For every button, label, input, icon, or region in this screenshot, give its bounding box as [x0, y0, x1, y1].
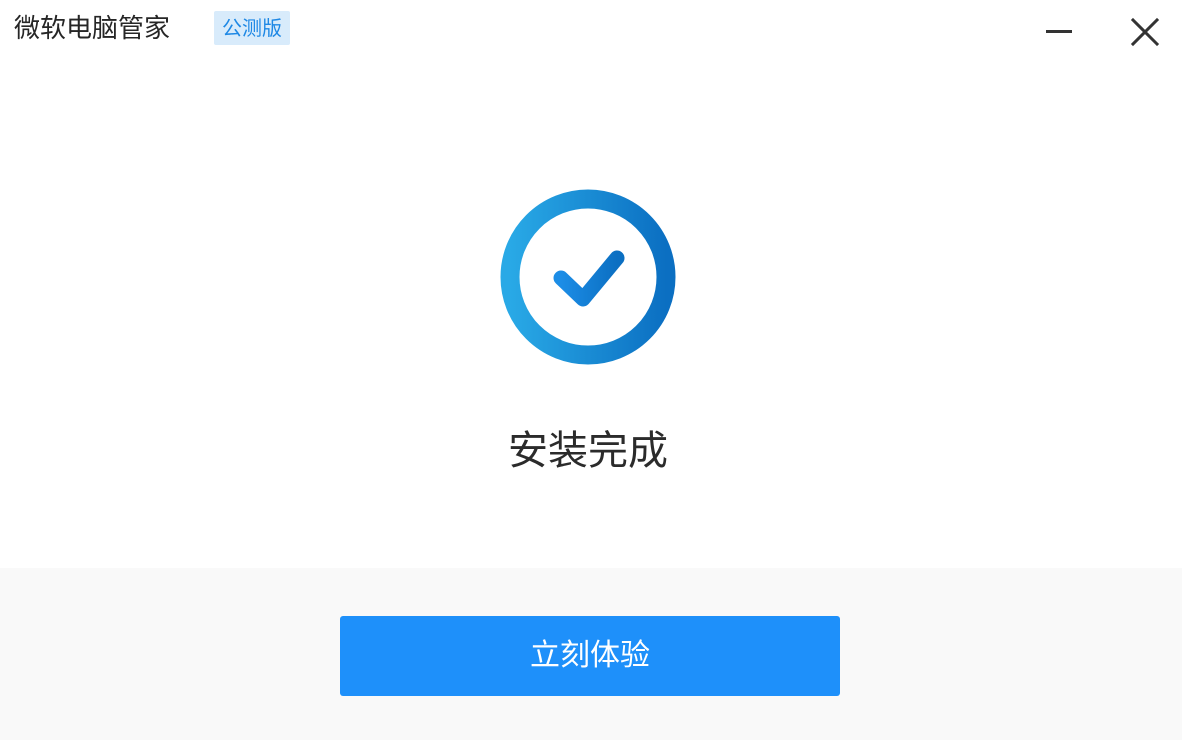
title-bar: 微软电脑管家 公测版 — [0, 0, 1182, 64]
footer-bar: 立刻体验 — [0, 568, 1182, 740]
close-icon — [1130, 17, 1160, 47]
check-circle-icon — [500, 189, 676, 365]
minimize-icon — [1046, 30, 1072, 33]
main-content: 安装完成 — [0, 64, 1182, 568]
start-now-button[interactable]: 立刻体验 — [340, 616, 840, 696]
app-title: 微软电脑管家 — [14, 14, 171, 44]
beta-badge: 公测版 — [214, 11, 290, 45]
minimize-button[interactable] — [1035, 8, 1083, 56]
install-status-text: 安装完成 — [508, 428, 668, 474]
installer-window: 微软电脑管家 公测版 安装完成 立刻体验 — [0, 0, 1182, 740]
close-button[interactable] — [1121, 8, 1169, 56]
